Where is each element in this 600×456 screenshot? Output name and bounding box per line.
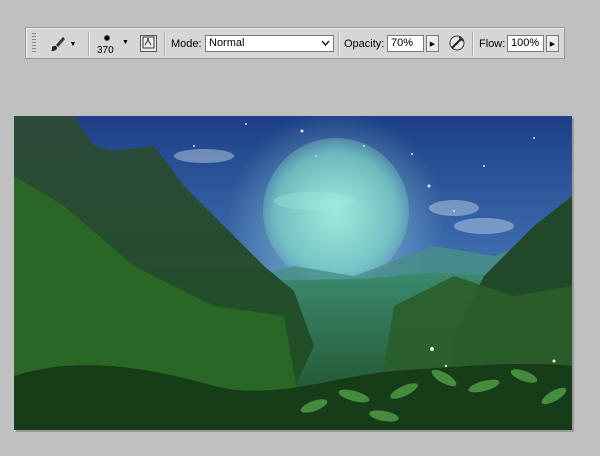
opacity-input[interactable]: 70% bbox=[387, 35, 424, 52]
brush-panel-icon bbox=[142, 36, 155, 52]
flow-slider-button[interactable]: ▶ bbox=[546, 35, 559, 52]
toggle-brush-panel-button[interactable] bbox=[140, 35, 157, 52]
flow-label: Flow: bbox=[479, 38, 506, 50]
brush-icon bbox=[48, 35, 70, 53]
tool-preset-picker[interactable]: ▼ bbox=[42, 33, 82, 55]
mode-value: Normal bbox=[209, 37, 245, 49]
opacity-slider-button[interactable]: ▶ bbox=[426, 35, 439, 52]
brush-size-label: 370 bbox=[97, 45, 114, 56]
opacity-value: 70% bbox=[391, 37, 414, 49]
toolbar-grip[interactable] bbox=[32, 33, 36, 53]
triangle-right-icon: ▶ bbox=[429, 40, 436, 48]
mode-select[interactable]: Normal bbox=[205, 35, 334, 52]
opacity-label: Opacity: bbox=[344, 38, 385, 50]
triangle-right-icon: ▶ bbox=[549, 40, 556, 48]
flow-value: 100% bbox=[511, 37, 540, 49]
chevron-down-icon bbox=[321, 37, 330, 53]
brush-preset-picker[interactable]: 370 ▼ bbox=[94, 31, 134, 57]
preset-dropdown-arrow: ▼ bbox=[69, 40, 77, 48]
airbrush-icon bbox=[448, 34, 466, 55]
landscape-image bbox=[14, 116, 572, 430]
options-bar: ▼ 370 ▼ Mode: Normal Opacity: 70% ▶ Flow… bbox=[25, 27, 565, 59]
mode-label: Mode: bbox=[171, 38, 202, 50]
brush-tip-icon bbox=[104, 35, 110, 41]
airbrush-toggle-button[interactable] bbox=[446, 33, 468, 55]
flow-input[interactable]: 100% bbox=[507, 35, 544, 52]
brush-preset-arrow: ▼ bbox=[122, 39, 129, 46]
document-canvas[interactable] bbox=[14, 116, 572, 430]
